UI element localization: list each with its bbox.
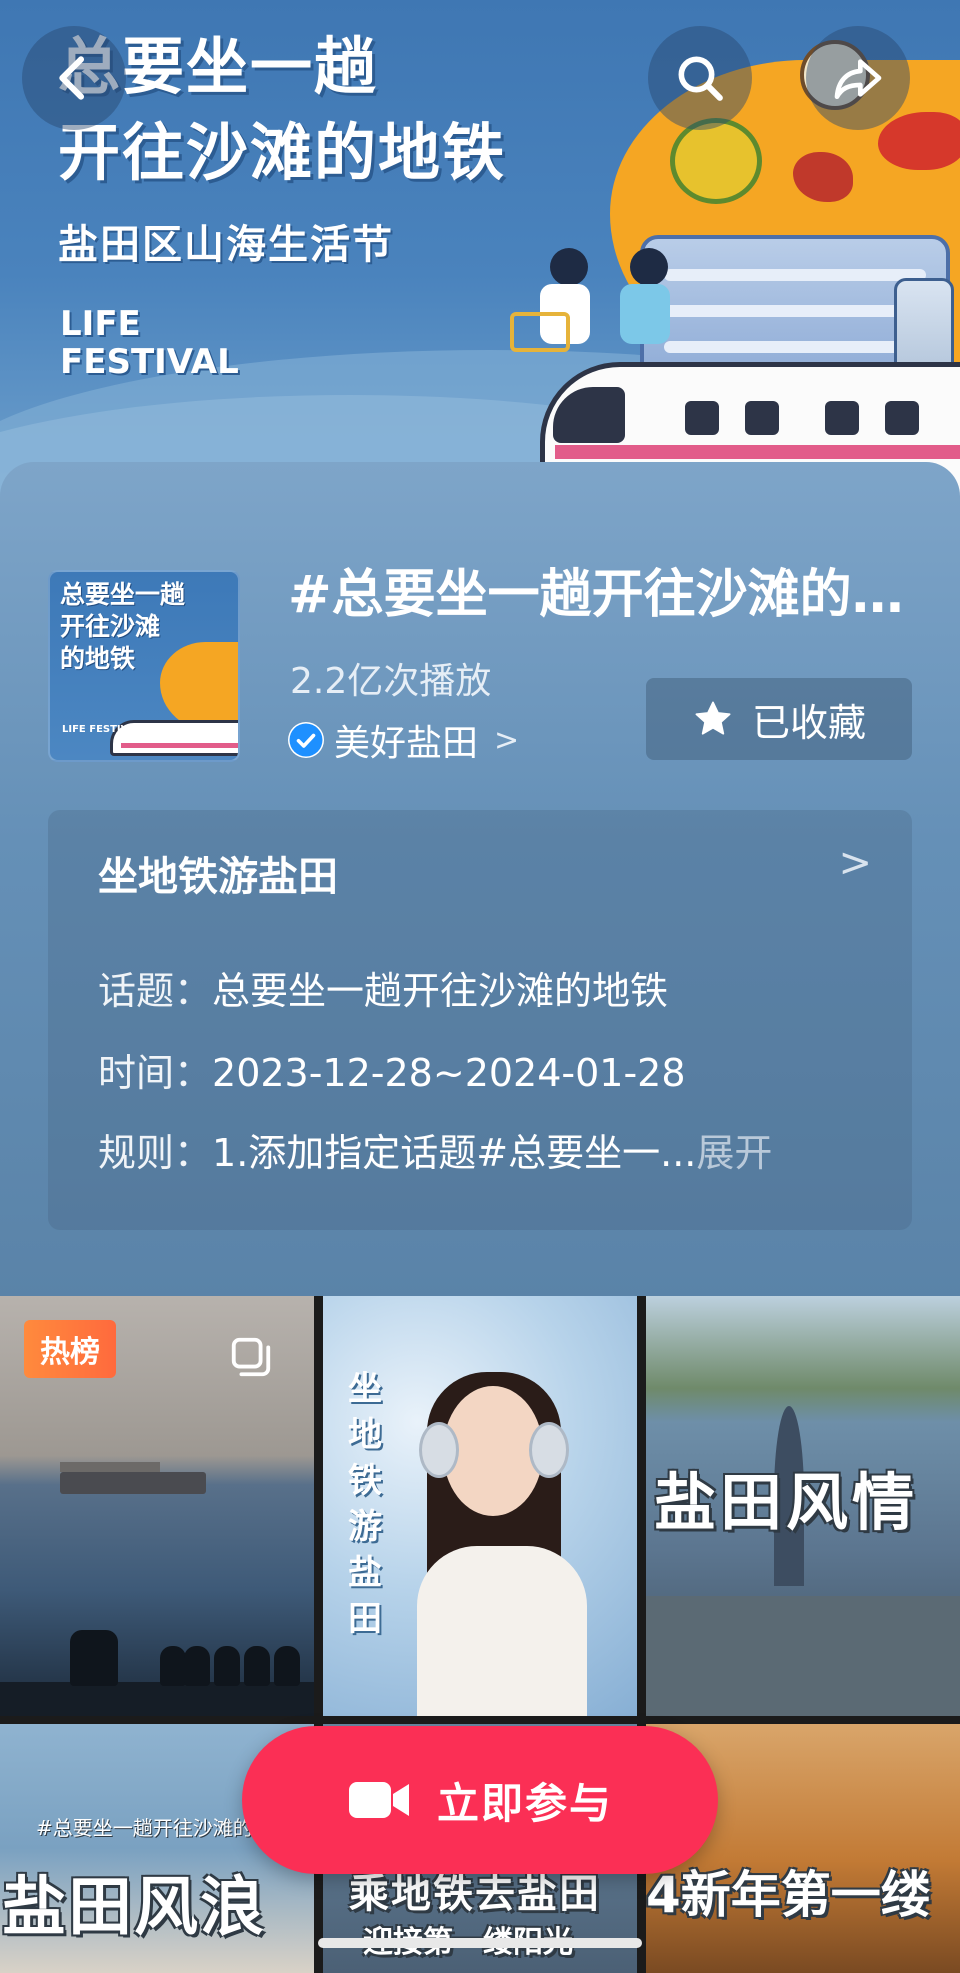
share-button[interactable] <box>806 26 910 130</box>
search-icon <box>678 56 723 101</box>
chevron-right-icon: > <box>838 840 872 886</box>
earmuff <box>529 1422 569 1478</box>
verified-icon <box>288 722 324 758</box>
chevron-left-icon <box>59 56 85 100</box>
video-caption: 盐田风浪 <box>2 1871 266 1945</box>
banner-life-festival: LIFE FESTIVAL <box>60 305 239 381</box>
cover-text-line2: 开往沙滩 <box>60 612 161 641</box>
activity-card[interactable]: 坐地铁游盐田 > 话题：总要坐一趟开往沙滩的地铁 时间：2023-12-28~2… <box>48 810 912 1230</box>
banner-title-line2: 开往沙滩的地铁 <box>58 116 507 189</box>
activity-title: 坐地铁游盐田 <box>98 854 338 900</box>
topic-cover-image: 总要坐一趟 开往沙滩 的地铁 LIFE FESTIVAL <box>48 570 240 762</box>
video-caption: 乘地铁去盐田 <box>349 1871 601 1917</box>
multi-image-icon <box>231 1337 271 1377</box>
activity-topic-value: 总要坐一趟开往沙滩的地铁 <box>212 969 669 1013</box>
cover-life-festival: LIFE FESTIVAL <box>62 724 142 735</box>
activity-time-value: 2023-12-28~2024-01-28 <box>212 1051 686 1095</box>
banner-life-line1: LIFE <box>60 304 141 344</box>
video-caption: 4新年第一缕 <box>646 1866 931 1924</box>
author-name: 美好盐田 <box>334 723 479 764</box>
video-tile[interactable]: 热榜 <box>0 1296 314 1716</box>
video-caption: 盐田风情 <box>654 1466 919 1539</box>
chevron-right-icon: > <box>494 722 520 758</box>
people-illustration <box>490 248 690 368</box>
star-icon <box>695 701 731 735</box>
cover-text-line1: 总要坐一趟 <box>60 580 186 609</box>
favorite-button[interactable]: 已收藏 <box>646 678 912 760</box>
activity-time-row: 时间：2023-12-28~2024-01-28 <box>98 1042 686 1097</box>
activity-topic-row: 话题：总要坐一趟开往沙滩的地铁 <box>98 960 668 1015</box>
home-indicator[interactable] <box>318 1938 642 1948</box>
share-icon <box>834 59 882 99</box>
activity-rule-row: 规则：1.添加指定话题#总要坐一...展开 <box>98 1122 772 1177</box>
cover-text-line3: 的地铁 <box>60 644 136 673</box>
join-now-label: 立即参与 <box>436 1778 613 1828</box>
activity-rule-key: 规则： <box>98 1131 213 1175</box>
activity-topic-key: 话题： <box>98 969 213 1013</box>
durian-illustration <box>670 118 762 204</box>
activity-time-key: 时间： <box>98 1051 213 1095</box>
expand-link[interactable]: 展开 <box>696 1131 772 1175</box>
earmuff <box>419 1422 459 1478</box>
activity-rule-value: 1.添加指定话题#总要坐一... <box>212 1131 697 1175</box>
hot-list-badge: 热榜 <box>24 1320 116 1378</box>
search-button[interactable] <box>648 26 752 130</box>
video-camera-icon <box>348 1782 409 1818</box>
video-caption-vertical: 坐地铁游盐田 <box>348 1369 382 1639</box>
banner-subtitle: 盐田区山海生活节 <box>58 222 394 268</box>
play-count: 2.2亿次播放 <box>290 661 492 702</box>
video-caption-small: #总要坐一趟开往沙滩的 <box>36 1816 253 1840</box>
join-now-button[interactable]: 立即参与 <box>242 1726 718 1874</box>
banner-life-line2: FESTIVAL <box>60 342 239 382</box>
back-button[interactable] <box>22 26 126 130</box>
video-tile[interactable]: 盐田风情 <box>646 1296 960 1716</box>
favorite-label: 已收藏 <box>751 700 866 745</box>
author-link[interactable]: 美好盐田 > <box>288 714 519 766</box>
topic-title: #总要坐一趟开往沙滩的地铁 <box>288 565 908 625</box>
ship-silhouette <box>60 1462 206 1494</box>
video-tile[interactable]: 坐地铁游盐田 <box>323 1296 637 1716</box>
